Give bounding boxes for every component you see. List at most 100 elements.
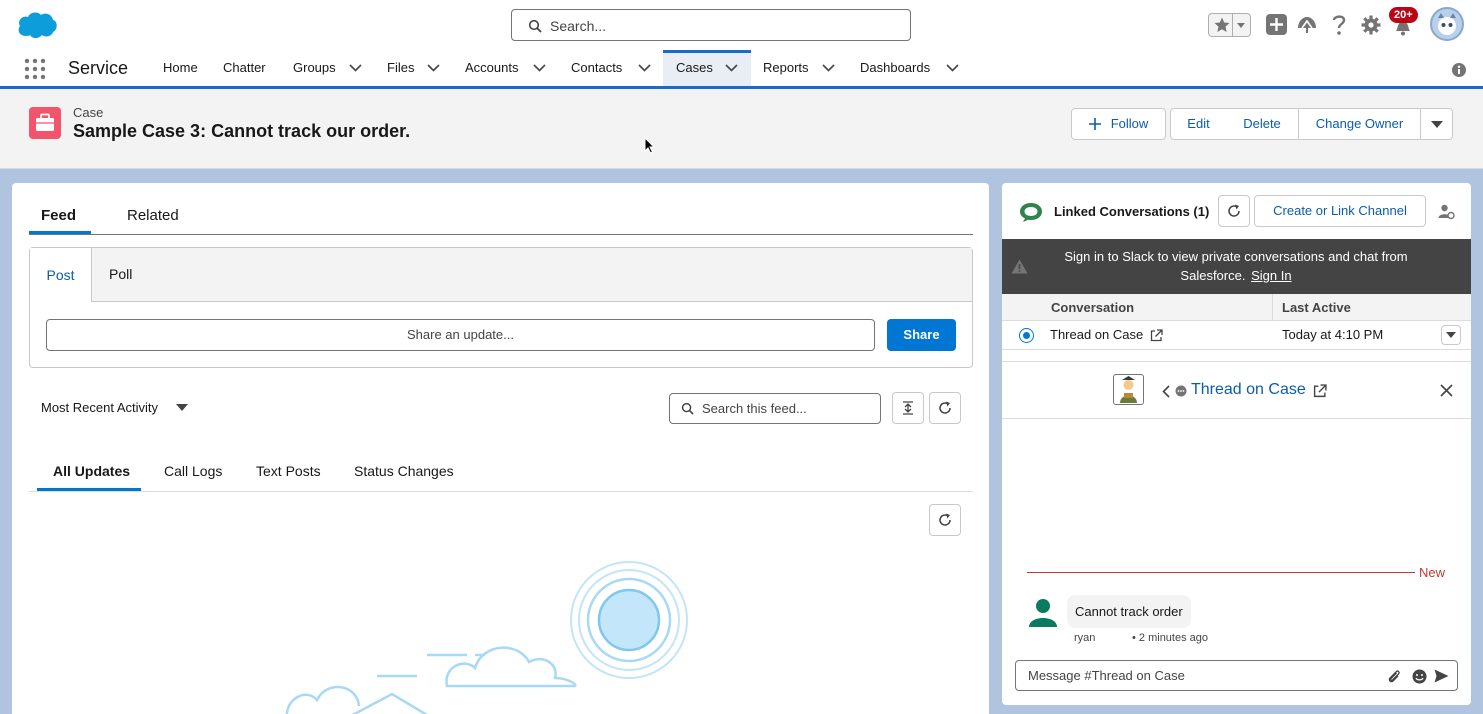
trailhead-icon[interactable]	[1296, 14, 1318, 34]
close-icon[interactable]	[1440, 384, 1453, 397]
warning-icon	[1011, 259, 1028, 274]
record-type-label: Case	[73, 105, 104, 120]
gear-icon[interactable]	[1361, 15, 1381, 35]
filter-tab-status-changes[interactable]: Status Changes	[354, 463, 454, 479]
nav-item-label: Accounts	[465, 60, 519, 75]
filter-tab-text-posts[interactable]: Text Posts	[256, 463, 321, 479]
banner-message: Sign in to Slack to view private convers…	[1064, 249, 1408, 283]
tab-poll[interactable]: Poll	[109, 266, 132, 282]
feed-search-input[interactable]: Search this feed...	[669, 393, 881, 424]
sort-dropdown[interactable]: Most Recent Activity	[41, 400, 188, 415]
chevron-down-icon[interactable]	[725, 64, 738, 72]
tab-related[interactable]: Related	[127, 207, 179, 224]
search-icon	[528, 19, 542, 33]
filter-tab-label: All Updates	[53, 463, 131, 479]
thread-title-link[interactable]: Thread on Case	[1191, 381, 1306, 399]
edit-label: Edit	[1187, 116, 1210, 131]
add-icon[interactable]	[1266, 14, 1287, 35]
app-name: Service	[68, 58, 129, 78]
nav-item-contacts[interactable]: Contacts	[571, 50, 652, 86]
search-placeholder: Search...	[550, 18, 607, 34]
favorites-button[interactable]	[1208, 13, 1251, 37]
chevron-down-icon	[1236, 22, 1246, 29]
filter-divider	[29, 491, 973, 492]
user-settings-icon[interactable]	[1438, 203, 1455, 220]
filter-tab-all-updates[interactable]: All Updates	[53, 463, 130, 479]
tab-feed[interactable]: Feed	[41, 207, 76, 224]
app-nav-bar: Service Home Chatter Groups Files Accoun…	[0, 50, 1483, 89]
follow-button[interactable]: Follow	[1071, 108, 1166, 140]
conversation-name[interactable]: Thread on Case	[1050, 327, 1143, 342]
chevron-down-icon[interactable]	[349, 64, 362, 72]
refresh-feed-button[interactable]	[929, 504, 961, 536]
user-avatar	[1027, 597, 1059, 627]
more-actions-button[interactable]	[1420, 108, 1453, 140]
collapse-button[interactable]	[892, 392, 924, 424]
table-row[interactable]: Thread on Case Today at 4:10 PM	[1002, 321, 1471, 350]
refresh-icon	[939, 513, 951, 526]
sign-in-link[interactable]: Sign In	[1251, 268, 1291, 283]
external-link-icon[interactable]	[1313, 384, 1327, 398]
chevron-left-icon[interactable]	[1162, 385, 1170, 398]
emoji-icon[interactable]	[1412, 669, 1427, 684]
chevron-down-icon[interactable]	[638, 64, 651, 72]
nav-item-home[interactable]: Home	[163, 50, 203, 86]
message-time: • 2 minutes ago	[1132, 632, 1209, 644]
chevron-down-icon[interactable]	[533, 64, 546, 72]
feed-panel: Feed Related Post Poll Share an update..…	[12, 183, 989, 714]
create-or-link-channel-button[interactable]: Create or Link Channel	[1254, 195, 1426, 227]
nav-item-reports[interactable]: Reports	[763, 50, 843, 86]
filter-tab-call-logs[interactable]: Call Logs	[164, 463, 222, 479]
tab-poll-label: Poll	[109, 266, 133, 282]
collapse-icon	[903, 401, 913, 415]
linked-conversations-title: Linked Conversations (1)	[1054, 204, 1210, 219]
user-avatar[interactable]	[1430, 7, 1464, 41]
app-launcher-icon[interactable]	[24, 58, 46, 80]
refresh-button[interactable]	[929, 392, 961, 424]
edit-button[interactable]: Edit	[1170, 108, 1227, 140]
chevron-down-icon[interactable]	[946, 64, 959, 72]
change-owner-button[interactable]: Change Owner	[1298, 108, 1421, 140]
info-icon[interactable]	[1452, 63, 1466, 77]
attachment-icon[interactable]	[1387, 669, 1401, 684]
nav-item-label: Groups	[293, 60, 336, 75]
row-actions-button[interactable]	[1441, 325, 1461, 345]
message-author: ryan	[1074, 632, 1096, 644]
nav-item-groups[interactable]: Groups	[293, 50, 369, 86]
nav-item-accounts[interactable]: Accounts	[465, 50, 553, 86]
message-text: Cannot track order	[1075, 604, 1183, 619]
help-icon[interactable]	[1331, 14, 1347, 36]
send-icon[interactable]	[1434, 669, 1449, 683]
tab-related-label: Related	[127, 207, 179, 224]
chevron-down-icon[interactable]	[427, 64, 440, 72]
thread-bubble-icon	[1175, 385, 1187, 397]
chevron-down-icon[interactable]	[822, 64, 835, 72]
share-button[interactable]: Share	[887, 319, 956, 351]
message-compose-input[interactable]: Message #Thread on Case	[1015, 660, 1458, 691]
feed-search-placeholder: Search this feed...	[702, 401, 807, 416]
tab-post[interactable]: Post	[30, 248, 92, 302]
nav-item-dashboards[interactable]: Dashboards	[860, 50, 960, 86]
nav-item-label: Contacts	[571, 60, 623, 75]
nav-item-label: Home	[163, 60, 198, 75]
plus-icon	[1089, 118, 1101, 130]
external-link-icon[interactable]	[1150, 329, 1163, 342]
nav-item-chatter[interactable]: Chatter	[223, 50, 273, 86]
empty-state-illustration	[217, 558, 697, 714]
tab-feed-label: Feed	[41, 207, 77, 224]
nav-item-files[interactable]: Files	[387, 50, 447, 86]
global-search-input[interactable]: Search...	[511, 9, 911, 41]
filter-tab-label: Status Changes	[354, 463, 454, 479]
nav-item-cases[interactable]: Cases	[663, 50, 751, 86]
salesforce-logo[interactable]	[16, 10, 58, 40]
new-messages-divider	[1027, 572, 1415, 573]
delete-button[interactable]: Delete	[1226, 108, 1299, 140]
refresh-conversations-button[interactable]	[1218, 195, 1250, 227]
change-owner-label: Change Owner	[1315, 116, 1404, 131]
share-update-input[interactable]: Share an update...	[46, 319, 875, 351]
filter-tab-label: Text Posts	[256, 463, 321, 479]
row-radio-button[interactable]	[1019, 328, 1034, 343]
mouse-cursor-icon	[644, 137, 655, 154]
tab-divider	[29, 234, 973, 235]
record-header: Case Sample Case 3: Cannot track our ord…	[0, 89, 1483, 169]
